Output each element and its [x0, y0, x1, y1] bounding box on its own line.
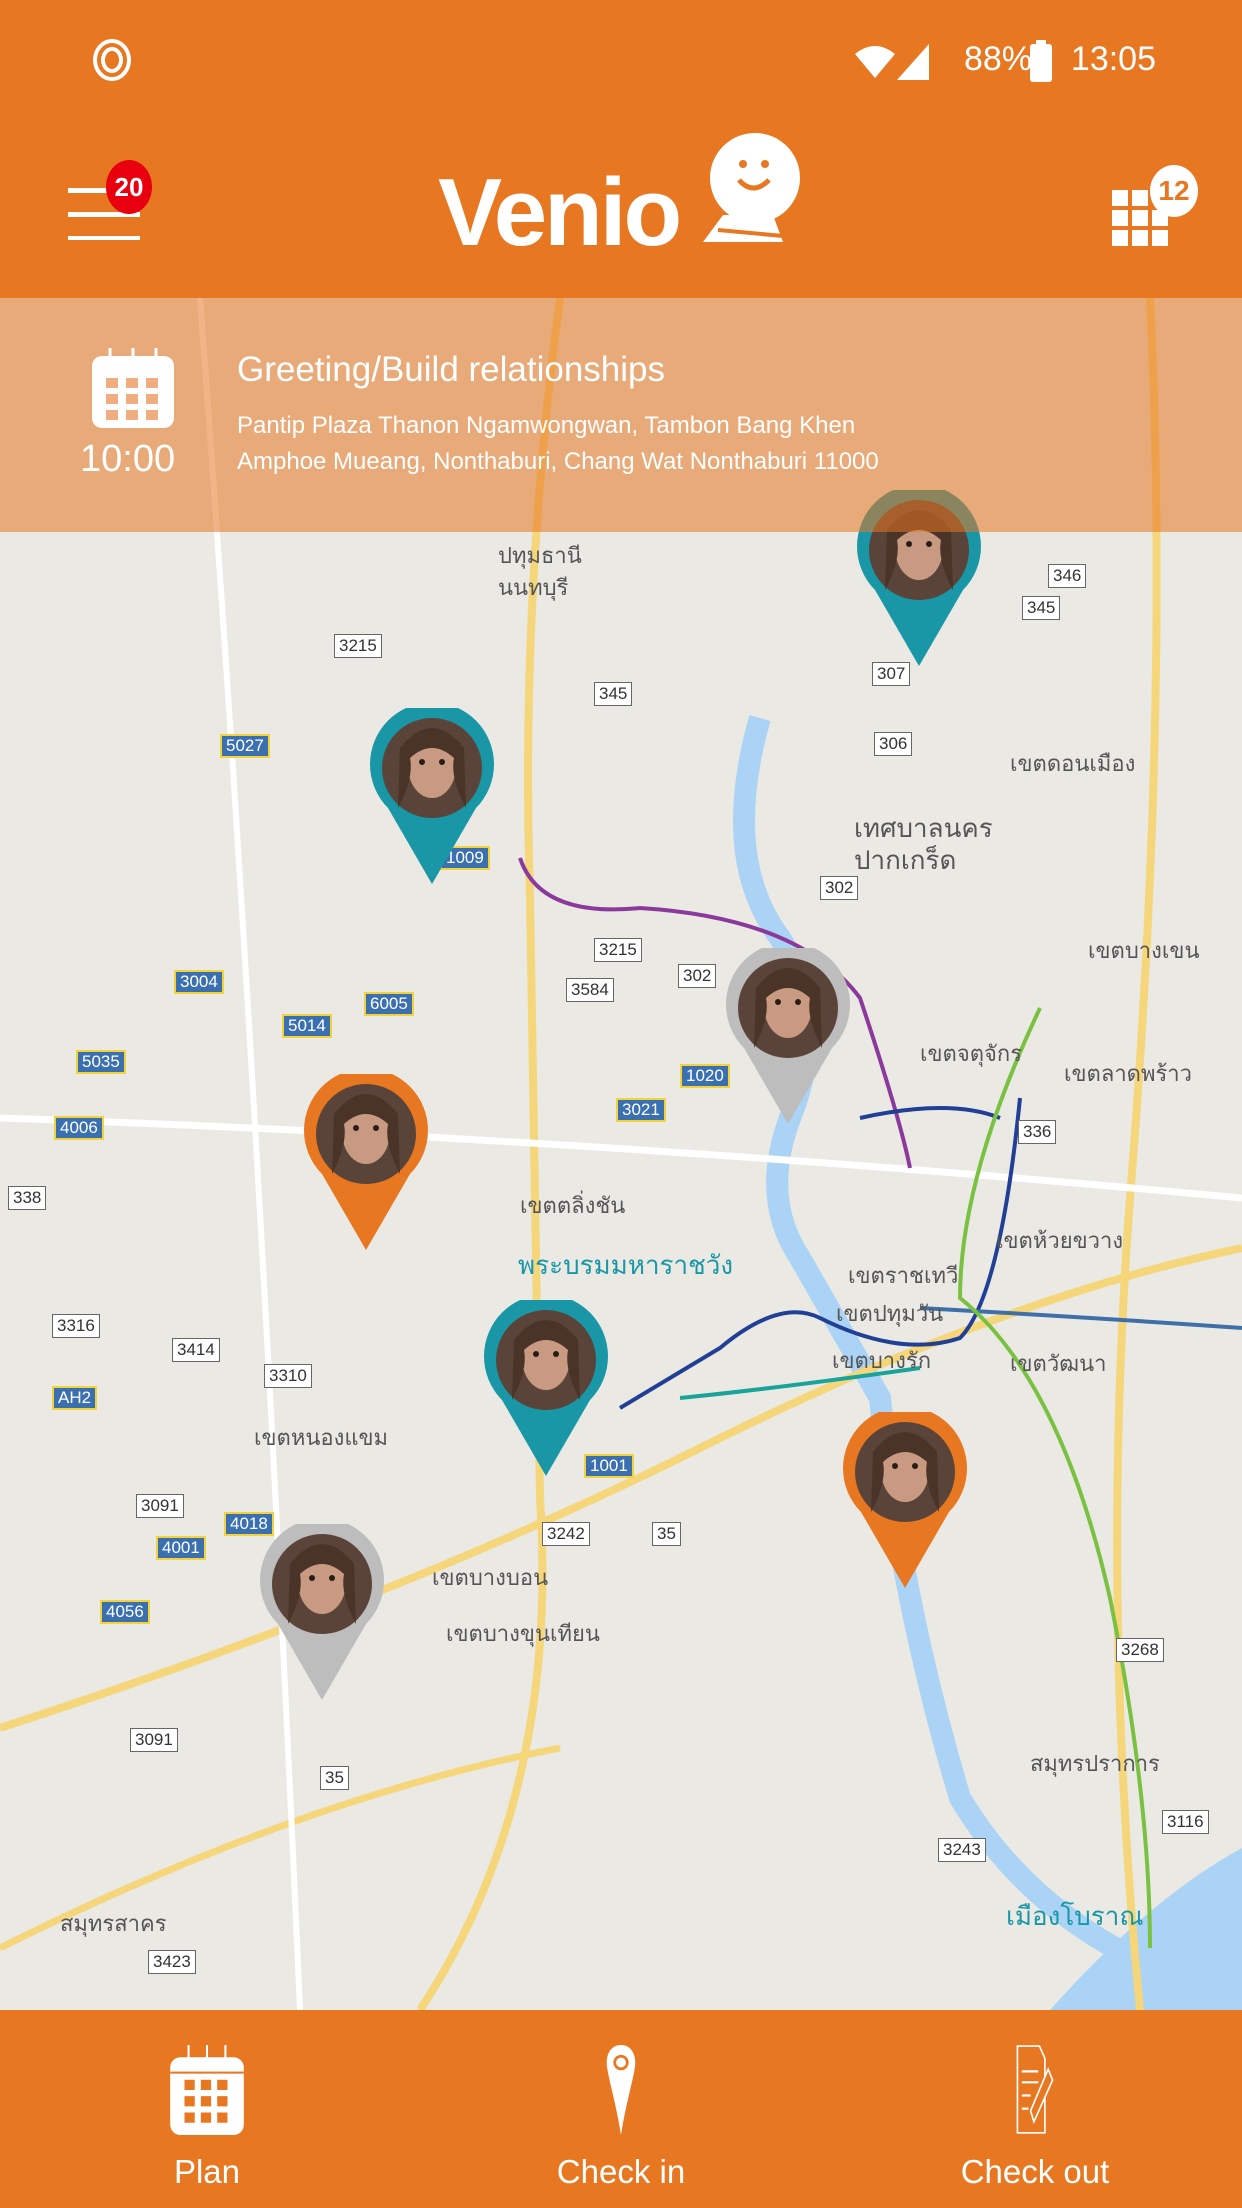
road-shield: 3316: [52, 1314, 100, 1338]
map-label: พระบรมมหาราชวัง: [518, 1250, 734, 1280]
map-label: ปทุมธานี: [498, 543, 582, 568]
address-line: Amphoe Mueang, Nonthaburi, Chang Wat Non…: [237, 448, 879, 475]
highway-shield: 1020: [680, 1064, 730, 1088]
battery-percent: 88%: [963, 40, 1032, 78]
map-label: เขตราชเทวี: [848, 1263, 959, 1288]
road-shield: 35: [320, 1766, 349, 1790]
road-shield: 345: [594, 682, 633, 706]
logo-text: Venio: [438, 159, 682, 266]
map-label: เขตบางขุนเทียน: [446, 1621, 600, 1646]
map-label: เขตบางรัก: [832, 1348, 932, 1373]
customer-map-pin[interactable]: [843, 1406, 967, 1588]
highway-shield: 4001: [156, 1536, 206, 1560]
customer-map-pin[interactable]: [260, 1518, 384, 1700]
road-shield: 338: [8, 1186, 47, 1210]
calendar-icon: [92, 348, 174, 428]
road-shield: 3091: [136, 1494, 184, 1518]
apps-grid-button[interactable]: 12: [1112, 165, 1202, 250]
address-line: Pantip Plaza Thanon Ngamwongwan, Tambon …: [237, 412, 856, 439]
map-label: นนทบุรี: [498, 575, 569, 600]
highway-shield: AH2: [52, 1386, 98, 1410]
appointment-time: 10:00: [80, 438, 176, 480]
road-shield: 3268: [1116, 1638, 1164, 1662]
appointment-banner[interactable]: 10:00 Greeting/Build relationships Panti…: [0, 298, 1242, 532]
map-label: เมืองโบราณ: [1006, 1901, 1144, 1931]
road-shield: 3414: [172, 1338, 220, 1362]
check-out-tab[interactable]: Check out: [828, 2010, 1242, 2208]
status-bar: 88% 13:05: [0, 0, 1242, 110]
road-shield: 346: [1048, 564, 1087, 588]
wifi-icon: [855, 46, 895, 78]
signal-icon: [897, 44, 929, 80]
map-view[interactable]: เทศบาลนคร ปากเกร็ด เขตดอนเมือง เขตบางเขน…: [0, 298, 1242, 2010]
highway-shield: 5014: [282, 1014, 332, 1038]
menu-button[interactable]: 20: [68, 160, 152, 240]
road-shield: 3215: [334, 634, 382, 658]
clock: 13:05: [1070, 40, 1156, 78]
highway-shield: 5035: [76, 1050, 126, 1074]
logo: Venio: [438, 130, 808, 266]
map-label: เขตดอนเมือง: [1010, 751, 1136, 776]
plan-label: Plan: [173, 2153, 241, 2190]
check-in-tab[interactable]: Check in: [414, 2010, 828, 2208]
map-label: เขตห้วยขวาง: [996, 1228, 1124, 1253]
bottom-nav: Plan Check in Check out: [0, 2010, 1242, 2208]
customer-map-pin[interactable]: [304, 1068, 428, 1250]
battery-icon: [1030, 40, 1052, 82]
road-shield: 3091: [130, 1728, 178, 1752]
appointment-title: Greeting/Build relationships: [237, 350, 666, 389]
map-label: เขตบางเขน: [1088, 938, 1200, 963]
road-shield: 345: [1022, 596, 1061, 620]
customer-map-pin[interactable]: [484, 1294, 608, 1476]
notification-badge: 20: [106, 160, 152, 214]
road-shield: 3423: [148, 1950, 196, 1974]
customer-map-pin[interactable]: [726, 942, 850, 1124]
highway-shield: 4006: [54, 1116, 104, 1140]
document-edit-icon: [1016, 2045, 1054, 2134]
check-out-label: Check out: [960, 2153, 1110, 2190]
smiley-bubble-icon: [703, 133, 800, 242]
road-shield: 306: [874, 732, 913, 756]
map-label: สมุทรสาคร: [60, 1911, 167, 1936]
customer-map-pin[interactable]: [370, 702, 494, 884]
highway-shield: 4056: [100, 1600, 150, 1624]
apps-badge: 12: [1150, 165, 1198, 217]
road-shield: 3215: [594, 938, 642, 962]
road-shield: 35: [652, 1522, 681, 1546]
map-label: สมุทรปราการ: [1030, 1751, 1160, 1776]
calendar-icon: [170, 2045, 244, 2135]
road-shield: 3242: [542, 1522, 590, 1546]
check-in-label: Check in: [556, 2153, 686, 2190]
map-label: เขตลาดพร้าว: [1064, 1061, 1192, 1086]
map-label: เขตวัฒนา: [1010, 1351, 1107, 1376]
highway-shield: 6005: [364, 992, 414, 1016]
road-shield: 302: [678, 964, 717, 988]
road-shield: 302: [820, 876, 859, 900]
map-label: เขตบางบอน: [432, 1565, 549, 1590]
sync-icon: [93, 39, 131, 81]
highway-shield: 3004: [174, 970, 224, 994]
location-pin-icon: [606, 2045, 636, 2135]
road-shield: 3243: [938, 1838, 986, 1862]
map-label: เขตปทุมวัน: [836, 1301, 944, 1326]
road-shield: 3116: [1162, 1810, 1209, 1834]
road-shield: 3310: [264, 1364, 312, 1388]
map-label: ปากเกร็ด: [854, 845, 957, 875]
plan-tab[interactable]: Plan: [0, 2010, 414, 2208]
highway-shield: 5027: [220, 734, 270, 758]
map-label: เขตจตุจักร: [920, 1041, 1023, 1066]
road-shield: 3584: [566, 978, 614, 1002]
map-label: เขตตลิ่งชัน: [520, 1193, 626, 1218]
road-shield: 336: [1018, 1120, 1057, 1144]
appointment-address: Pantip Plaza Thanon Ngamwongwan, Tambon …: [237, 408, 879, 480]
app-header: 20 Venio 12: [0, 110, 1242, 298]
highway-shield: 3021: [616, 1098, 666, 1122]
map-label: เขตหนองแขม: [254, 1425, 389, 1450]
